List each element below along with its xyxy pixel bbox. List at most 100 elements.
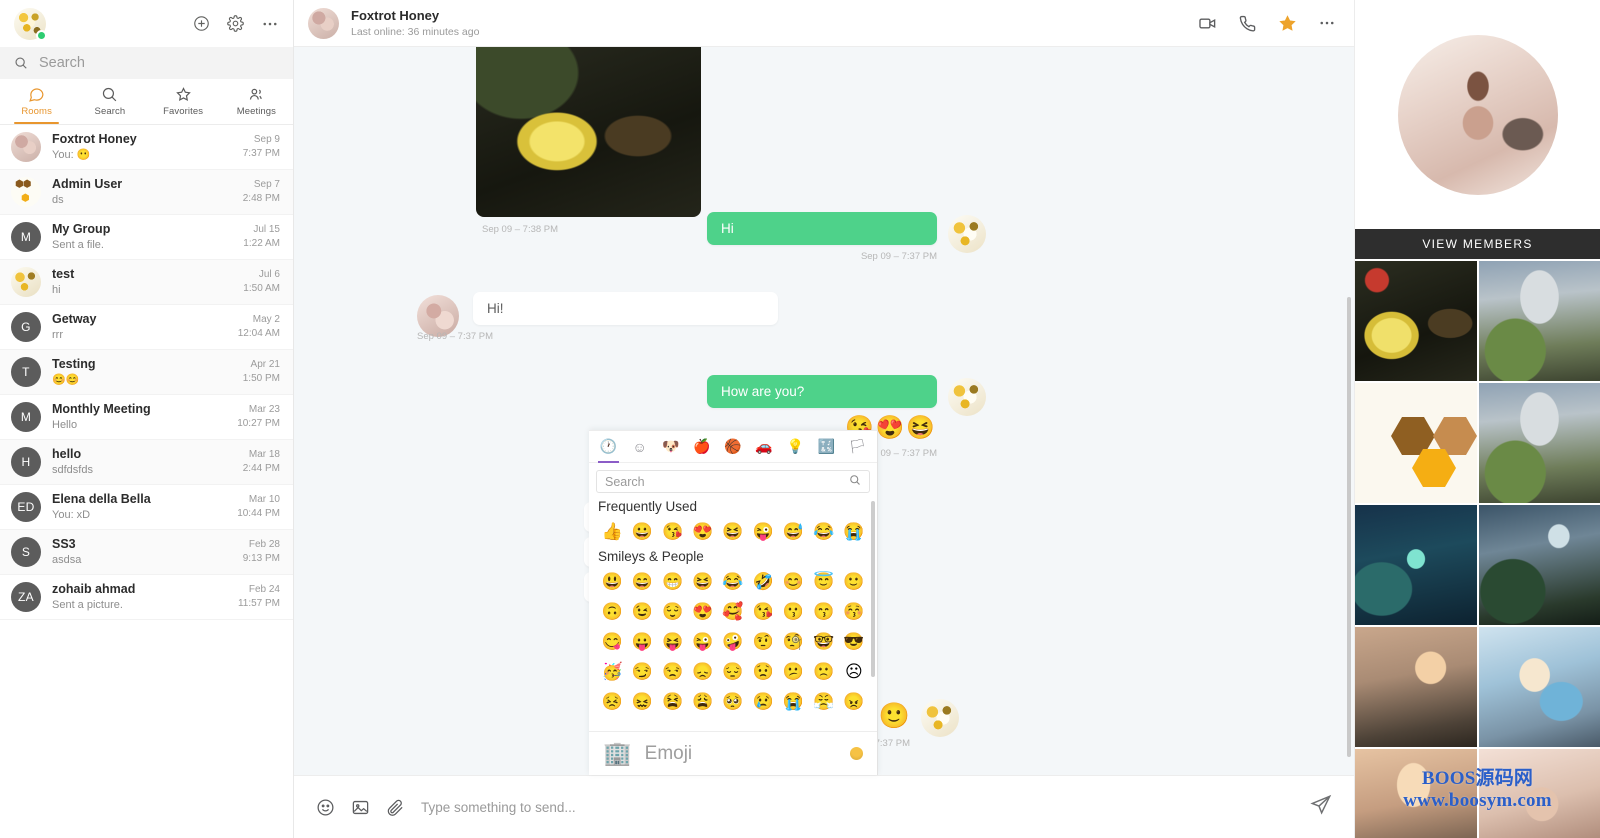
- message-image[interactable]: Sep 09 – 7:38 PM: [476, 47, 701, 235]
- chat-list-item[interactable]: M My Group Sent a file. Jul 15 1:22 AM: [0, 215, 293, 260]
- chat-list-item[interactable]: ZA zohaib ahmad Sent a picture. Feb 24 11:57…: [0, 575, 293, 620]
- emoji-category-sports-icon[interactable]: 🏀: [717, 431, 748, 462]
- chat-header-avatar[interactable]: [308, 7, 339, 39]
- message-avatar[interactable]: [921, 699, 959, 737]
- emoji-picker-panel[interactable]: 🕐 ☺ 🐶 🍎 🏀 🚗 💡 🔣 🏳 Search Frequently Used 👍 😀 😘 😍 😆 😜 😅 😂…: [589, 430, 878, 775]
- emoji-cell[interactable]: 🧐: [778, 627, 808, 657]
- sidebar-tab-meetings[interactable]: Meetings: [220, 79, 293, 124]
- emoji-cell[interactable]: 😞: [688, 657, 718, 687]
- message-avatar[interactable]: [948, 378, 986, 416]
- emoji-cell[interactable]: ☹: [839, 657, 869, 687]
- gallery-anime[interactable]: [1478, 627, 1600, 747]
- emoji-cell[interactable]: 😆: [718, 517, 748, 547]
- emoji-grid-scroll[interactable]: Frequently Used 👍 😀 😘 😍 😆 😜 😅 😂 😭 Smileys & People…: [589, 497, 877, 731]
- emoji-cell[interactable]: 😂: [809, 517, 839, 547]
- emoji-cell[interactable]: 😒: [657, 657, 687, 687]
- view-members-button[interactable]: VIEW MEMBERS: [1355, 229, 1600, 259]
- chat-list-item[interactable]: Foxtrot Honey You: 😶 Sep 9 7:37 PM: [0, 125, 293, 170]
- emoji-cell[interactable]: 😍: [688, 597, 718, 627]
- message-image-thumbnail[interactable]: [476, 47, 701, 217]
- emoji-cell[interactable]: 😚: [839, 597, 869, 627]
- emoji-picker-icon[interactable]: [316, 798, 335, 817]
- emoji-cell[interactable]: 😅: [778, 517, 808, 547]
- gallery-cave[interactable]: [1355, 505, 1477, 625]
- emoji-cell[interactable]: 😜: [688, 627, 718, 657]
- emoji-cell[interactable]: 😘: [748, 597, 778, 627]
- chat-list-item[interactable]: G Getway rrr May 2 12:04 AM: [0, 305, 293, 350]
- emoji-category-smiley-icon[interactable]: ☺: [624, 431, 655, 462]
- gallery-night[interactable]: [1478, 505, 1600, 625]
- emoji-cell[interactable]: 😆: [688, 567, 718, 597]
- attach-file-icon[interactable]: [386, 798, 405, 817]
- message-bubble[interactable]: Hi: [707, 212, 937, 245]
- emoji-cell[interactable]: 😀: [627, 517, 657, 547]
- emoji-cell[interactable]: 😁: [657, 567, 687, 597]
- emoji-cell[interactable]: 😤: [809, 687, 839, 717]
- emoji-cell[interactable]: 🥳: [597, 657, 627, 687]
- emoji-cell[interactable]: 🤨: [748, 627, 778, 657]
- emoji-cell[interactable]: 😎: [839, 627, 869, 657]
- emoji-cell[interactable]: 😏: [627, 657, 657, 687]
- chat-list-item[interactable]: ED Elena della Bella You: xD Mar 10 10:44 PM: [0, 485, 293, 530]
- emoji-cell[interactable]: 😢: [748, 687, 778, 717]
- chat-list-item[interactable]: T Testing 😊😊 Apr 21 1:50 PM: [0, 350, 293, 395]
- gallery-food[interactable]: [1355, 261, 1477, 381]
- chat-list-item[interactable]: S SS3 asdsa Feb 28 9:13 PM: [0, 530, 293, 575]
- emoji-cell[interactable]: 🙃: [597, 597, 627, 627]
- emoji-cell[interactable]: 🙁: [809, 657, 839, 687]
- chat-list[interactable]: Foxtrot Honey You: 😶 Sep 9 7:37 PM Admin Use…: [0, 125, 293, 838]
- emoji-category-food-icon[interactable]: 🍎: [686, 431, 717, 462]
- emoji-cell[interactable]: 😌: [657, 597, 687, 627]
- gallery-dusk[interactable]: [1355, 627, 1477, 747]
- sidebar-tab-favorites[interactable]: Favorites: [147, 79, 220, 124]
- phone-call-icon[interactable]: [1238, 14, 1257, 33]
- gallery-hexagon[interactable]: [1355, 383, 1477, 503]
- add-icon[interactable]: [193, 15, 210, 32]
- emoji-cell[interactable]: 🤣: [748, 567, 778, 597]
- emoji-cell[interactable]: 😛: [627, 627, 657, 657]
- chat-list-item[interactable]: test hi Jul 6 1:50 AM: [0, 260, 293, 305]
- more-options-icon[interactable]: [261, 15, 279, 33]
- message-input[interactable]: Type something to send...: [421, 800, 1294, 815]
- attach-image-icon[interactable]: [351, 798, 370, 817]
- gallery-fantasy-1[interactable]: [1478, 261, 1600, 381]
- emoji-search-field[interactable]: Search: [596, 470, 870, 493]
- gallery-fantasy-2[interactable]: [1478, 383, 1600, 503]
- emoji-cell[interactable]: 😕: [778, 657, 808, 687]
- emoji-cell[interactable]: 😊: [778, 567, 808, 597]
- emoji-cell[interactable]: 😄: [627, 567, 657, 597]
- emoji-cell[interactable]: 😔: [718, 657, 748, 687]
- my-avatar[interactable]: [14, 7, 47, 41]
- emoji-cell[interactable]: 😇: [809, 567, 839, 597]
- emoji-cell[interactable]: 😗: [778, 597, 808, 627]
- emoji-cell[interactable]: 😍: [688, 517, 718, 547]
- emoji-cell[interactable]: 😭: [778, 687, 808, 717]
- emoji-cell[interactable]: 😂: [718, 567, 748, 597]
- message-avatar[interactable]: [948, 215, 986, 253]
- emoji-cell[interactable]: 😫: [657, 687, 687, 717]
- favorite-star-icon[interactable]: [1278, 14, 1297, 33]
- emoji-category-travel-icon[interactable]: 🚗: [749, 431, 780, 462]
- emoji-cell[interactable]: 😙: [809, 597, 839, 627]
- send-button-icon[interactable]: [1310, 794, 1332, 821]
- emoji-category-symbols-icon[interactable]: 🔣: [811, 431, 842, 462]
- gear-icon[interactable]: [227, 15, 244, 32]
- sidebar-search[interactable]: Search: [0, 47, 293, 79]
- emoji-cell[interactable]: 😝: [657, 627, 687, 657]
- emoji-cell[interactable]: 🤓: [809, 627, 839, 657]
- emoji-cell[interactable]: 😜: [748, 517, 778, 547]
- emoji-category-recent-icon[interactable]: 🕐: [593, 431, 624, 463]
- message-bubble[interactable]: Hi!: [473, 292, 778, 325]
- emoji-category-flags-icon[interactable]: 🏳: [842, 431, 873, 462]
- emoji-cell[interactable]: 😋: [597, 627, 627, 657]
- chat-list-item[interactable]: Admin User ds Sep 7 2:48 PM: [0, 170, 293, 215]
- emoji-cell[interactable]: 😖: [627, 687, 657, 717]
- emoji-category-objects-icon[interactable]: 💡: [780, 431, 811, 462]
- chat-list-item[interactable]: Hhello sdfdsfds Mar 18 2:44 PM: [0, 440, 293, 485]
- emoji-cell[interactable]: 👍: [597, 517, 627, 547]
- emoji-cell[interactable]: 😠: [839, 687, 869, 717]
- emoji-cell[interactable]: 🙂: [839, 567, 869, 597]
- emoji-cell[interactable]: 😩: [688, 687, 718, 717]
- sidebar-tab-rooms[interactable]: Rooms: [0, 79, 73, 124]
- emoji-category-animals-icon[interactable]: 🐶: [655, 431, 686, 462]
